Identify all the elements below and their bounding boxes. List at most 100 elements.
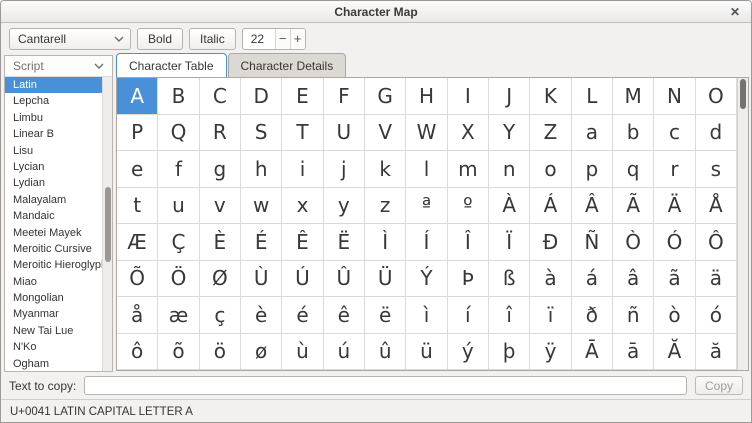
character-cell[interactable]: À [489, 188, 530, 225]
character-cell[interactable]: Ð [530, 224, 571, 261]
character-cell[interactable]: Q [158, 115, 199, 152]
character-cell[interactable]: ë [365, 297, 406, 334]
character-cell[interactable]: ç [200, 297, 241, 334]
character-cell[interactable]: æ [158, 297, 199, 334]
character-cell[interactable]: Â [572, 188, 613, 225]
character-cell[interactable]: Ø [200, 261, 241, 298]
character-cell[interactable]: º [448, 188, 489, 225]
character-cell[interactable]: ö [200, 334, 241, 371]
character-cell[interactable]: Ê [282, 224, 323, 261]
character-cell[interactable]: ā [613, 334, 654, 371]
character-cell[interactable]: D [241, 78, 282, 115]
character-cell[interactable]: q [613, 151, 654, 188]
script-list-item[interactable]: Lisu [5, 143, 102, 159]
script-list-item[interactable]: N'Ko [5, 339, 102, 355]
character-cell[interactable]: M [613, 78, 654, 115]
character-cell[interactable]: Ñ [572, 224, 613, 261]
character-cell[interactable]: P [117, 115, 158, 152]
character-cell[interactable]: Ë [324, 224, 365, 261]
character-cell[interactable]: B [158, 78, 199, 115]
character-cell[interactable]: á [572, 261, 613, 298]
character-cell[interactable]: î [489, 297, 530, 334]
font-family-dropdown[interactable]: Cantarell [9, 28, 131, 50]
character-cell[interactable]: h [241, 151, 282, 188]
character-cell[interactable]: ª [406, 188, 447, 225]
character-cell[interactable]: Ü [365, 261, 406, 298]
script-list-item[interactable]: Mandaic [5, 208, 102, 224]
character-cell[interactable]: Ā [572, 334, 613, 371]
sidebar-scrollbar[interactable] [102, 77, 112, 371]
character-cell[interactable]: Ó [654, 224, 695, 261]
character-cell[interactable]: ï [530, 297, 571, 334]
script-list-item[interactable]: Ogham [5, 356, 102, 371]
character-cell[interactable]: Æ [117, 224, 158, 261]
character-cell[interactable]: X [448, 115, 489, 152]
character-cell[interactable]: v [200, 188, 241, 225]
character-cell[interactable]: Ý [406, 261, 447, 298]
character-cell[interactable]: b [613, 115, 654, 152]
character-cell[interactable]: e [117, 151, 158, 188]
character-cell[interactable]: Ă [654, 334, 695, 371]
character-cell[interactable]: m [448, 151, 489, 188]
character-cell[interactable]: L [572, 78, 613, 115]
character-cell[interactable]: d [696, 115, 737, 152]
character-cell[interactable]: V [365, 115, 406, 152]
script-mode-dropdown[interactable]: Script [5, 56, 112, 77]
character-cell[interactable]: Ú [282, 261, 323, 298]
character-cell[interactable]: Ç [158, 224, 199, 261]
character-cell[interactable]: ò [654, 297, 695, 334]
character-cell[interactable]: ü [406, 334, 447, 371]
grid-scrollbar-thumb[interactable] [740, 79, 746, 109]
script-list-item[interactable]: Linear B [5, 126, 102, 142]
character-cell[interactable]: Í [406, 224, 447, 261]
character-cell[interactable]: Û [324, 261, 365, 298]
character-cell[interactable]: E [282, 78, 323, 115]
character-cell[interactable]: ß [489, 261, 530, 298]
character-cell[interactable]: f [158, 151, 199, 188]
character-cell[interactable]: Ì [365, 224, 406, 261]
script-list-item[interactable]: Lydian [5, 175, 102, 191]
character-cell[interactable]: ð [572, 297, 613, 334]
character-cell[interactable]: ì [406, 297, 447, 334]
character-cell[interactable]: x [282, 188, 323, 225]
character-cell[interactable]: s [696, 151, 737, 188]
character-cell[interactable]: O [696, 78, 737, 115]
character-cell[interactable]: Ò [613, 224, 654, 261]
character-cell[interactable]: y [324, 188, 365, 225]
character-cell[interactable]: l [406, 151, 447, 188]
script-list-item[interactable]: Mongolian [5, 290, 102, 306]
character-cell[interactable]: F [324, 78, 365, 115]
character-cell[interactable]: È [200, 224, 241, 261]
character-cell[interactable]: û [365, 334, 406, 371]
script-list-item[interactable]: Myanmar [5, 306, 102, 322]
decrease-size-button[interactable]: − [275, 29, 290, 49]
character-cell[interactable]: J [489, 78, 530, 115]
character-cell[interactable]: Õ [117, 261, 158, 298]
character-cell[interactable]: U [324, 115, 365, 152]
character-cell[interactable]: i [282, 151, 323, 188]
character-cell[interactable]: ã [654, 261, 695, 298]
character-cell[interactable]: Å [696, 188, 737, 225]
script-list-item[interactable]: Meroitic Cursive [5, 241, 102, 257]
script-list-item[interactable]: Lycian [5, 159, 102, 175]
character-cell[interactable]: j [324, 151, 365, 188]
character-cell[interactable]: T [282, 115, 323, 152]
script-list-item[interactable]: Latin [5, 77, 102, 93]
character-cell[interactable]: â [613, 261, 654, 298]
character-cell[interactable]: C [200, 78, 241, 115]
script-list-item[interactable]: Meetei Mayek [5, 225, 102, 241]
character-cell[interactable]: ù [282, 334, 323, 371]
character-cell[interactable]: Ö [158, 261, 199, 298]
character-cell[interactable]: ú [324, 334, 365, 371]
close-icon[interactable]: ✕ [727, 4, 743, 20]
character-cell[interactable]: w [241, 188, 282, 225]
character-cell[interactable]: H [406, 78, 447, 115]
character-cell[interactable]: ø [241, 334, 282, 371]
character-cell[interactable]: r [654, 151, 695, 188]
script-list-item[interactable]: Miao [5, 274, 102, 290]
tab-character-details[interactable]: Character Details [228, 53, 347, 77]
character-cell[interactable]: à [530, 261, 571, 298]
character-cell[interactable]: I [448, 78, 489, 115]
character-cell[interactable]: t [117, 188, 158, 225]
character-cell[interactable]: Ô [696, 224, 737, 261]
